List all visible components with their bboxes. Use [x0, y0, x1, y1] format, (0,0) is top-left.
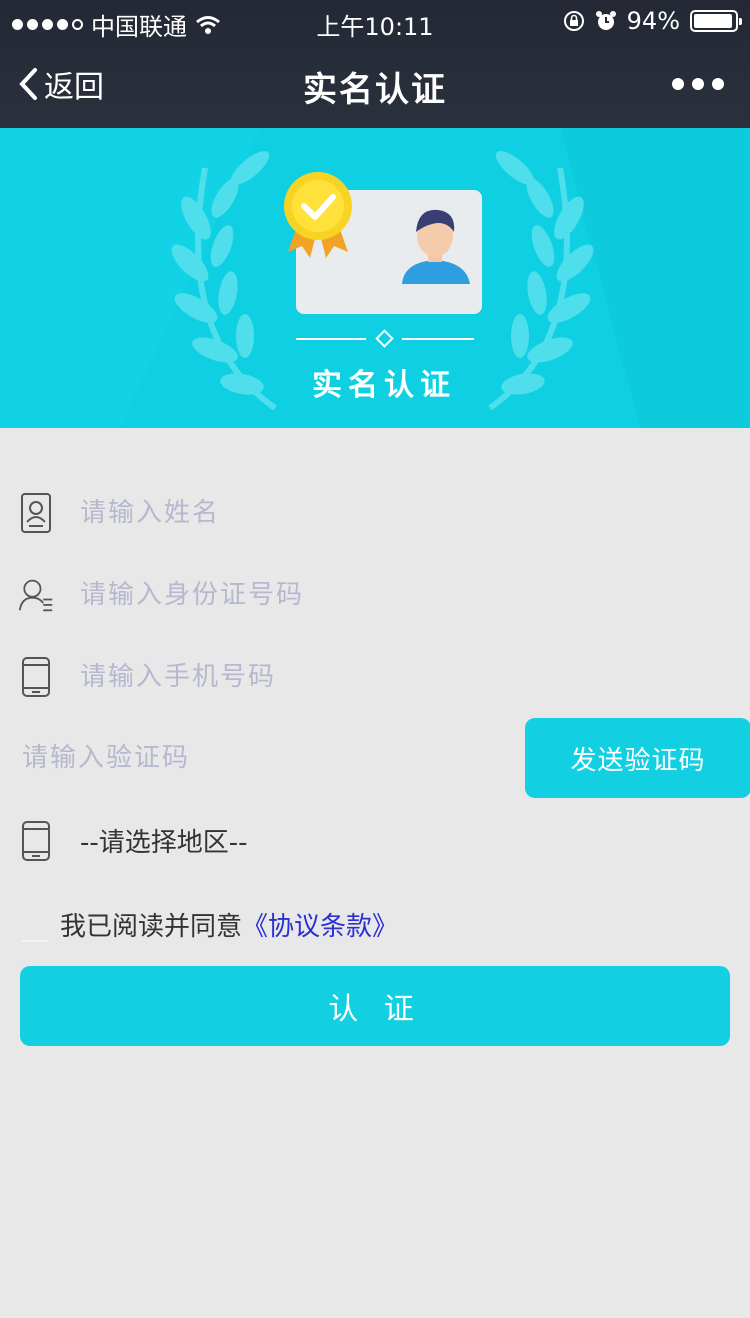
battery-icon: [690, 10, 742, 32]
agreement-link[interactable]: 《协议条款》: [242, 912, 398, 942]
ellipsis-icon: [672, 78, 684, 90]
banner-divider: [296, 329, 474, 348]
agreement-label: 我已阅读并同意: [60, 912, 243, 942]
page-title: 实名认证: [303, 70, 447, 110]
status-right: 94%: [563, 7, 742, 35]
top-bar: 中国联通 上午10:11 94% 返回 实名认证: [0, 0, 750, 128]
region-phone-icon: [18, 819, 54, 863]
phone-input[interactable]: [80, 652, 520, 702]
submit-button[interactable]: 认 证: [20, 966, 730, 1046]
id-card-field-icon: [18, 491, 54, 535]
phone-row: [0, 642, 750, 712]
user-icon: [18, 573, 54, 617]
name-input[interactable]: [80, 488, 520, 538]
agreement-text: 我已阅读并同意《协议条款》: [60, 906, 398, 943]
status-bar: 中国联通 上午10:11 94%: [0, 0, 750, 42]
name-row: [0, 478, 750, 548]
id-number-row: [0, 560, 750, 630]
verification-code-input[interactable]: [22, 733, 462, 783]
alarm-icon: [595, 11, 616, 30]
region-select[interactable]: --请选择地区--: [80, 822, 248, 859]
rotation-lock-icon: [563, 11, 584, 31]
banner-title: 实名认证: [312, 368, 456, 403]
hero-banner: 实名认证: [0, 128, 750, 428]
id-number-input[interactable]: [80, 570, 520, 620]
send-code-button[interactable]: 发送验证码: [525, 718, 750, 798]
nav-bar: 返回 实名认证: [0, 42, 750, 128]
battery-percent: 94%: [626, 7, 680, 35]
agree-checkbox[interactable]: [22, 928, 48, 942]
more-button[interactable]: [672, 78, 724, 90]
phone-icon: [18, 655, 54, 699]
